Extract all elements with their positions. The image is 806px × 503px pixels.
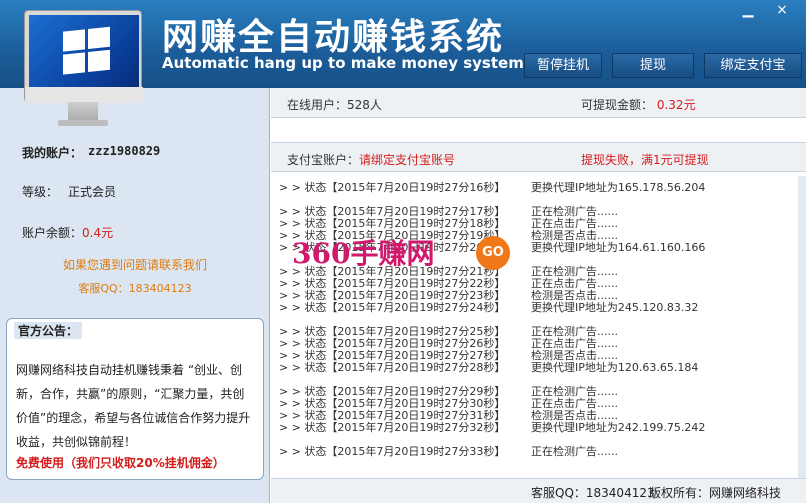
level-label: 等级： bbox=[22, 185, 59, 199]
watermark-text: 360手赚网 bbox=[292, 237, 435, 270]
close-button[interactable]: × bbox=[774, 2, 790, 18]
footer-bar: 客服QQ：183404123 版权所有：网赚网络科技 bbox=[271, 478, 806, 503]
stats-bar: 在线用户：528人 可提现金额： 0.32元 bbox=[271, 88, 806, 118]
log-message: 更换代理IP地址为245.120.83.32 bbox=[531, 301, 699, 314]
log-row: > > 状态【2015年7月20日19时27分16秒】 更换代理IP地址为165.… bbox=[279, 182, 804, 194]
windows-logo-icon bbox=[63, 26, 113, 77]
alipay-account: 支付宝账户：请绑定支付宝账号 bbox=[287, 151, 455, 168]
log-message: 正在检测广告...... bbox=[531, 445, 618, 458]
alipay-value[interactable]: 请绑定支付宝账号 bbox=[359, 153, 455, 167]
level-value: 正式会员 bbox=[68, 185, 117, 199]
status-log: > > 状态【2015年7月20日19时27分16秒】 更换代理IP地址为165.… bbox=[271, 176, 806, 478]
monitor-glass bbox=[29, 15, 139, 87]
log-message: 更换代理IP地址为120.63.65.184 bbox=[531, 361, 699, 374]
pause-hangup-button[interactable]: 暂停挂机 bbox=[524, 53, 602, 78]
withdrawable-label: 可提现金额： bbox=[581, 98, 654, 112]
log-message: 更换代理IP地址为164.61.160.166 bbox=[531, 241, 706, 254]
withdraw-error-text: 提现失败，满1元可提现 bbox=[581, 153, 709, 167]
log-status: > > 状态【2015年7月20日19时27分24秒】 bbox=[279, 301, 506, 314]
log-row: > > 状态【2015年7月20日19时27分32秒】 更换代理IP地址为242.… bbox=[279, 422, 804, 434]
app-title: 网赚全自动赚钱系统 bbox=[162, 17, 505, 58]
windows-monitor-icon bbox=[24, 10, 143, 130]
notice-title: 官方公告： bbox=[14, 322, 83, 339]
monitor-chin bbox=[25, 87, 143, 103]
log-row: > > 状态【2015年7月20日19时27分28秒】 更换代理IP地址为120.… bbox=[279, 362, 804, 374]
monitor-foot bbox=[58, 120, 108, 126]
log-status: > > 状态【2015年7月20日19时27分16秒】 bbox=[279, 181, 506, 194]
log-message: 更换代理IP地址为165.178.56.204 bbox=[531, 181, 706, 194]
footer-copyright: 版权所有：网赚网络科技 bbox=[649, 486, 782, 500]
log-row: > > 状态【2015年7月20日19时27分33秒】 正在检测广告...... bbox=[279, 446, 804, 458]
log-scrollbar[interactable] bbox=[798, 176, 806, 478]
service-qq-text: 客服QQ：183404123 bbox=[78, 282, 192, 295]
monitor-screen bbox=[24, 10, 143, 103]
withdrawable-value: 0.32元 bbox=[656, 98, 696, 112]
bind-alipay-button[interactable]: 绑定支付宝 bbox=[704, 53, 802, 78]
log-status: > > 状态【2015年7月20日19时27分32秒】 bbox=[279, 421, 506, 434]
log-status: > > 状态【2015年7月20日19时27分28秒】 bbox=[279, 361, 506, 374]
alipay-bar: 支付宝账户：请绑定支付宝账号 提现失败，满1元可提现 bbox=[271, 142, 806, 172]
monitor-stand bbox=[68, 102, 98, 122]
footer-qq: 客服QQ：183404123 bbox=[531, 486, 655, 500]
app-subtitle: Automatic hang up to make money system bbox=[162, 54, 524, 72]
contact-us-text: 如果您遇到问题请联系我们 bbox=[62, 258, 207, 272]
free-use-text: 免费使用（我们只收取20%挂机佣金） bbox=[16, 456, 225, 470]
online-users: 在线用户：528人 bbox=[287, 98, 382, 112]
withdrawable-amount: 可提现金额： 0.32元 bbox=[581, 96, 696, 113]
balance-value: 0.4元 bbox=[82, 226, 114, 240]
watermark-go-badge: GO bbox=[476, 236, 510, 270]
log-message: 更换代理IP地址为242.199.75.242 bbox=[531, 421, 706, 434]
account-value: zzz1980829 bbox=[88, 144, 161, 158]
minimize-button[interactable]: ▁ bbox=[740, 2, 756, 18]
alipay-label: 支付宝账户： bbox=[287, 153, 360, 167]
account-label: 我的账户： bbox=[22, 146, 83, 160]
withdraw-button[interactable]: 提现 bbox=[612, 53, 694, 78]
log-row: > > 状态【2015年7月20日19时27分24秒】 更换代理IP地址为245.… bbox=[279, 302, 804, 314]
left-panel: 我的账户： zzz1980829 等级： 正式会员 账户余额： 0.4元 如果您… bbox=[0, 88, 270, 503]
log-status: > > 状态【2015年7月20日19时27分33秒】 bbox=[279, 445, 506, 458]
notice-body: 网赚网络科技自动挂机赚钱秉着 “创业、创新，合作，共赢”的原则，“汇聚力量，共创… bbox=[16, 363, 251, 449]
balance-label: 账户余额： bbox=[22, 226, 83, 240]
